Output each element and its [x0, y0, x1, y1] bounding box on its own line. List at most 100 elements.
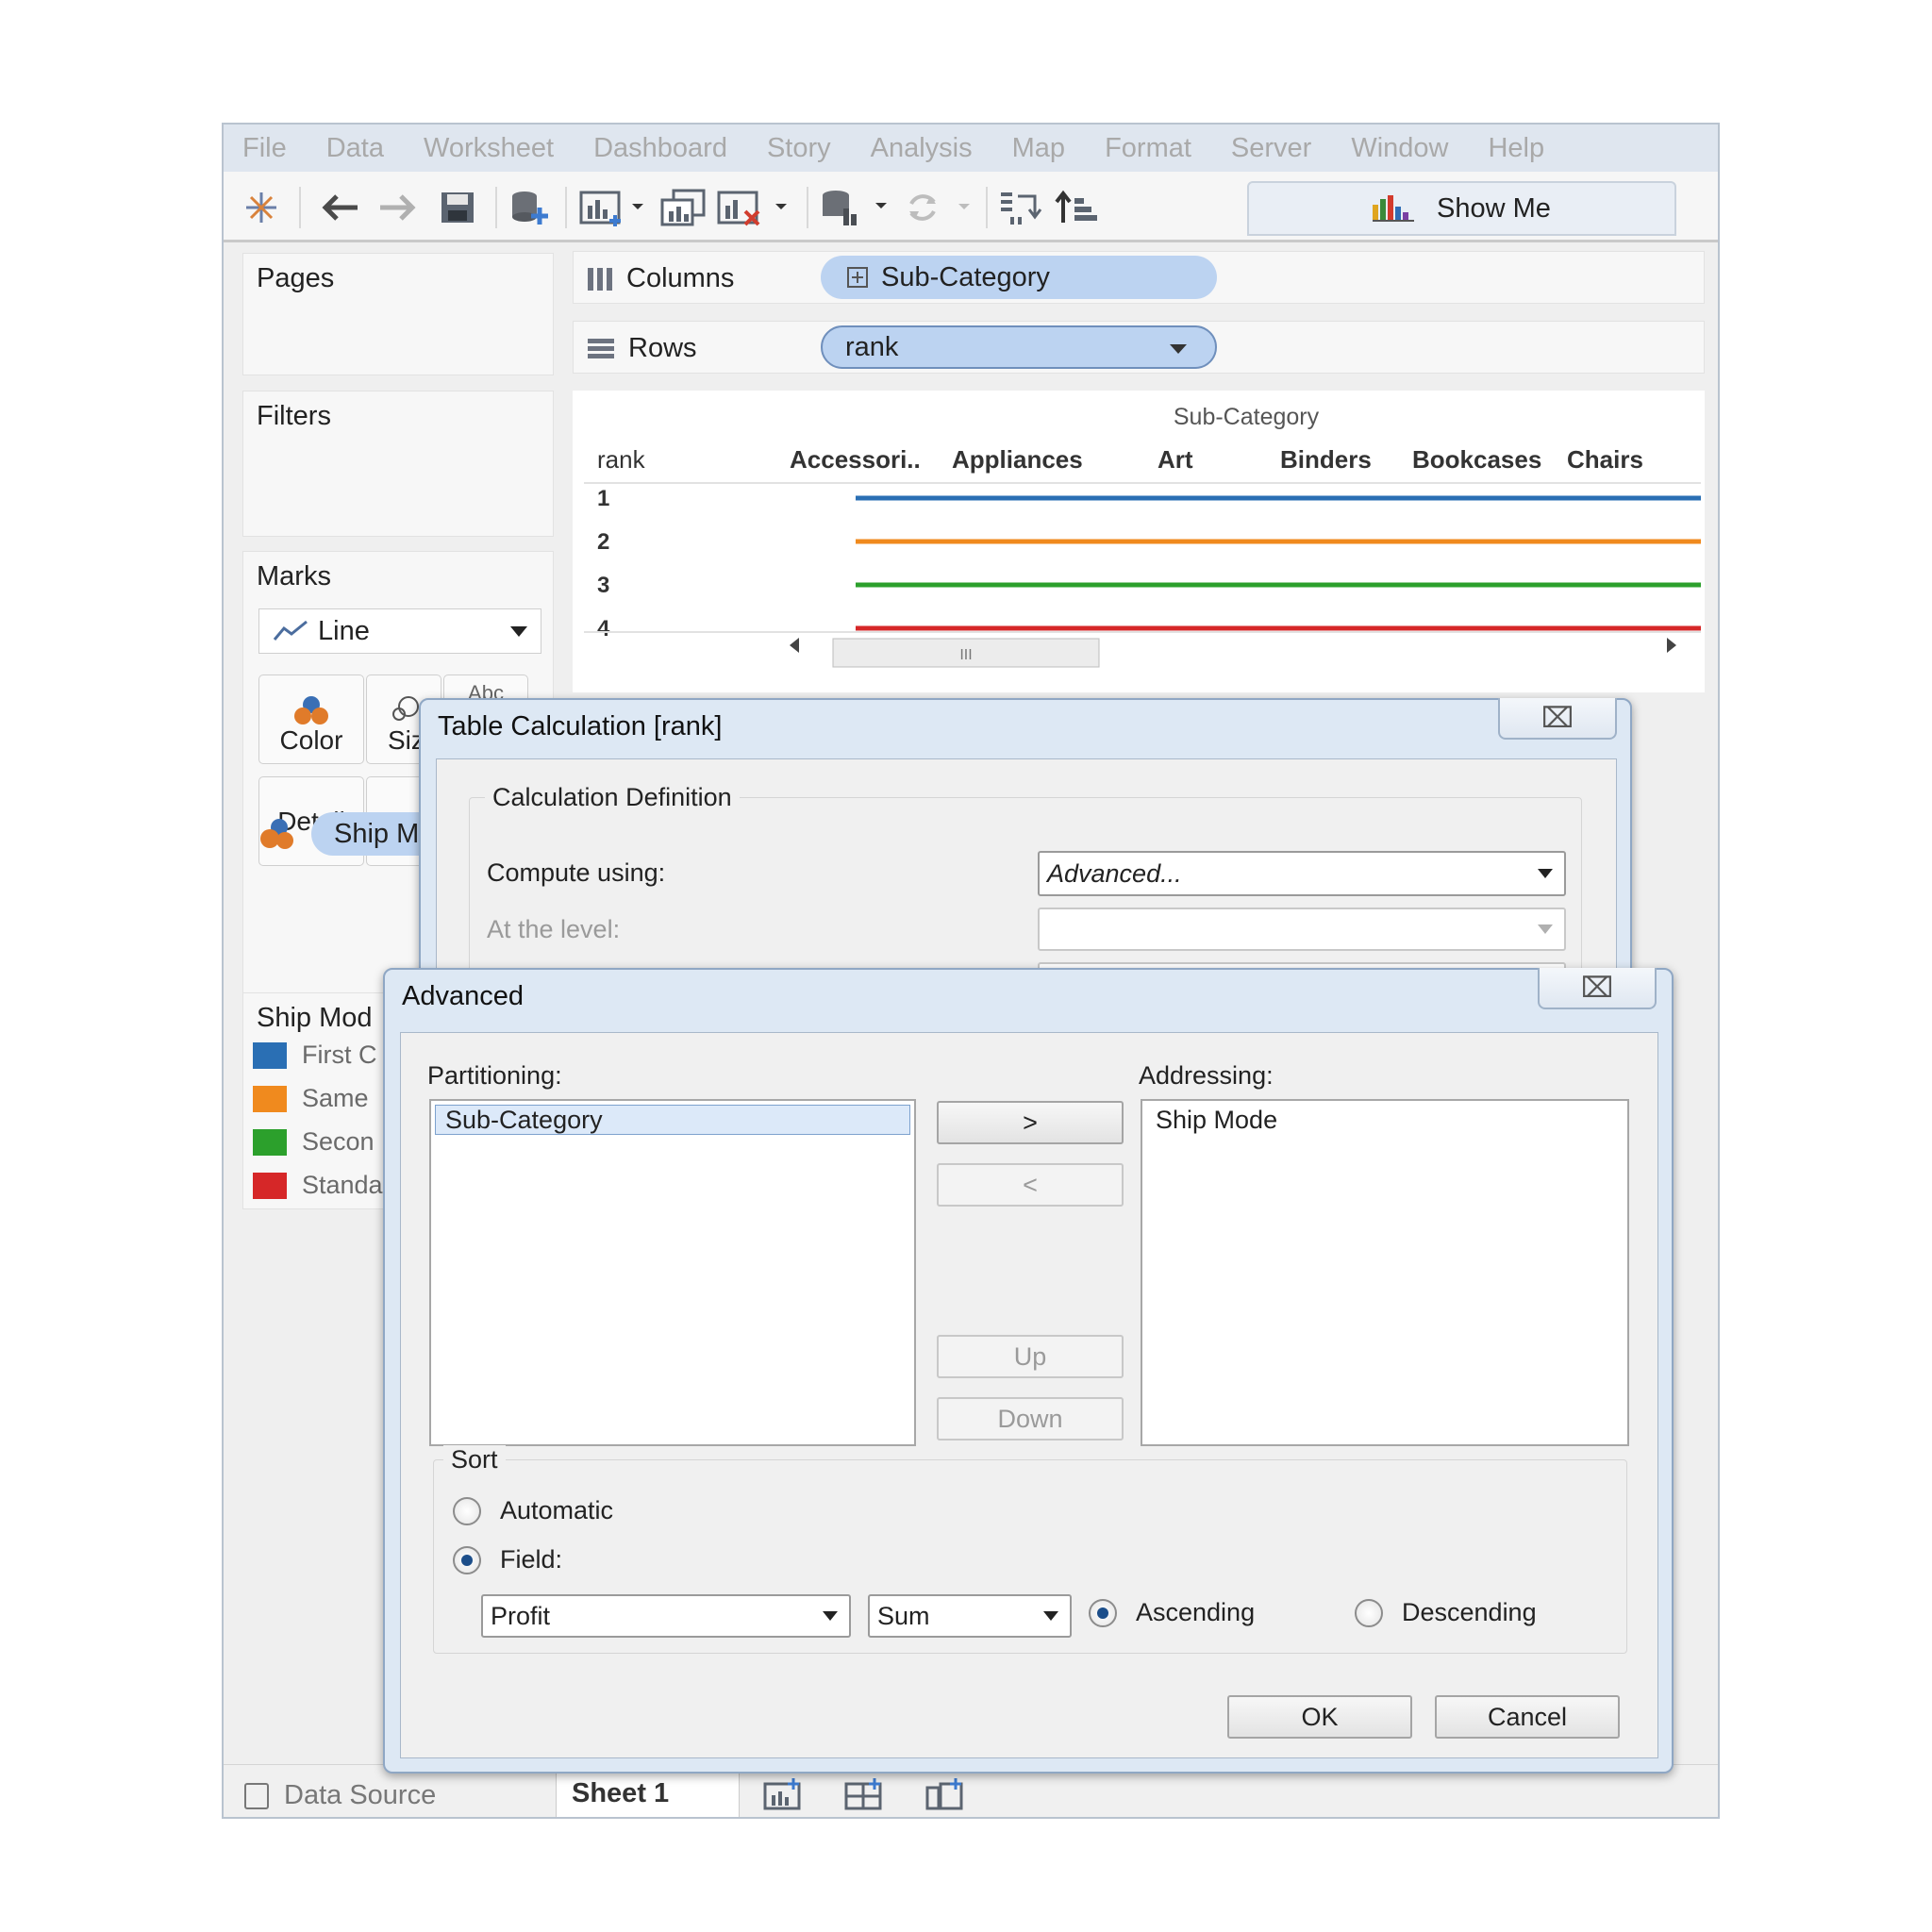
rank-pill[interactable]: rank: [821, 325, 1217, 369]
sub-category-pill[interactable]: Sub-Category: [821, 256, 1217, 299]
sort-descending-option[interactable]: Descending: [1355, 1598, 1537, 1627]
show-me-button[interactable]: Show Me: [1247, 181, 1676, 236]
ascending-radio[interactable]: [1089, 1598, 1117, 1627]
partitioning-list[interactable]: Sub-Category: [429, 1099, 916, 1446]
sort-aggregation-value: Sum: [877, 1601, 930, 1630]
new-worksheet-icon[interactable]: [578, 188, 648, 227]
move-up-button[interactable]: Up: [937, 1335, 1124, 1378]
partitioning-label: Partitioning:: [427, 1061, 562, 1090]
redo-icon[interactable]: [375, 188, 420, 227]
menu-format[interactable]: Format: [1105, 133, 1191, 164]
rows-shelf[interactable]: Rows rank: [573, 321, 1705, 374]
expand-icon: [847, 267, 868, 288]
column-header: Accessori..: [790, 445, 921, 474]
move-down-button[interactable]: Down: [937, 1397, 1124, 1441]
field-label: Field:: [500, 1545, 563, 1574]
clear-sheet-icon[interactable]: [716, 188, 791, 227]
line-mark-icon: [273, 620, 308, 641]
legend-item[interactable]: Secon: [253, 1127, 375, 1157]
ship-mode-pill-label: Ship M: [334, 818, 420, 849]
columns-shelf[interactable]: Columns Sub-Category: [573, 251, 1705, 304]
menu-data[interactable]: Data: [326, 133, 384, 164]
new-worksheet-tab-icon[interactable]: [763, 1778, 805, 1817]
legend-item[interactable]: Standa: [253, 1171, 383, 1200]
menu-map[interactable]: Map: [1012, 133, 1065, 164]
addressing-label: Addressing:: [1139, 1061, 1274, 1090]
duplicate-sheet-icon[interactable]: [659, 188, 707, 227]
column-header: Appliances: [952, 445, 1083, 474]
column-header: Bookcases: [1412, 445, 1541, 474]
data-source-icon: [244, 1782, 269, 1809]
column-header: Art: [1158, 445, 1193, 474]
menu-story[interactable]: Story: [767, 133, 831, 164]
swap-rows-columns-icon[interactable]: [995, 188, 1044, 227]
scroll-left-icon[interactable]: [790, 638, 799, 653]
sort-field-dropdown[interactable]: Profit: [481, 1594, 851, 1638]
field-radio[interactable]: [453, 1545, 481, 1574]
column-group-header: Sub-Category: [1174, 404, 1320, 430]
menu-file[interactable]: File: [242, 133, 287, 164]
advanced-title: Advanced: [402, 981, 524, 1011]
move-to-partitioning-button[interactable]: <: [937, 1163, 1124, 1207]
new-dashboard-tab-icon[interactable]: [844, 1778, 886, 1817]
legend-swatch: [253, 1085, 287, 1112]
close-icon: ⌧: [1541, 702, 1574, 734]
at-the-level-dropdown[interactable]: [1038, 908, 1566, 951]
sort-field-option[interactable]: Field:: [453, 1545, 562, 1574]
legend-item-label: Secon: [302, 1127, 375, 1156]
compute-using-value: Advanced...: [1047, 858, 1182, 888]
menu-window[interactable]: Window: [1351, 133, 1448, 164]
color-label: Color: [279, 725, 343, 755]
column-header: Chairs: [1567, 445, 1643, 474]
scroll-right-icon[interactable]: [1667, 638, 1676, 653]
advanced-body: Partitioning: Sub-Category > < Up Down A…: [400, 1032, 1658, 1758]
chevron-down-icon: [1538, 924, 1553, 934]
legend-item[interactable]: Same: [253, 1084, 369, 1113]
cancel-button[interactable]: Cancel: [1435, 1695, 1620, 1739]
addressing-list[interactable]: Ship Mode: [1141, 1099, 1629, 1446]
menu-dashboard[interactable]: Dashboard: [593, 133, 727, 164]
mark-type-dropdown[interactable]: Line: [258, 608, 541, 654]
addressing-item-label: Ship Mode: [1156, 1105, 1278, 1134]
save-icon[interactable]: [437, 188, 478, 227]
show-me-icon: [1373, 195, 1415, 222]
sort-ascending-option[interactable]: Ascending: [1089, 1598, 1255, 1627]
sort-aggregation-dropdown[interactable]: Sum: [868, 1594, 1072, 1638]
tableau-logo-icon[interactable]: [241, 188, 282, 227]
chevron-down-icon: [510, 626, 527, 637]
undo-icon[interactable]: [318, 188, 363, 227]
sort-automatic-option[interactable]: Automatic: [453, 1496, 613, 1525]
sort-label: Sort: [443, 1445, 506, 1474]
menu-analysis[interactable]: Analysis: [871, 133, 973, 164]
menu-help[interactable]: Help: [1488, 133, 1544, 164]
refresh-icon[interactable]: [903, 188, 978, 227]
advanced-close-button[interactable]: ⌧: [1538, 968, 1657, 1009]
addressing-item-ship-mode[interactable]: Ship Mode: [1146, 1105, 1622, 1135]
up-label: Up: [1013, 1341, 1047, 1371]
filters-panel[interactable]: Filters: [242, 391, 554, 537]
table-calculation-close-button[interactable]: ⌧: [1498, 698, 1617, 740]
color-mark-card[interactable]: Color: [258, 675, 364, 764]
move-to-addressing-button[interactable]: >: [937, 1101, 1124, 1144]
pages-panel[interactable]: Pages: [242, 253, 554, 375]
descending-radio[interactable]: [1355, 1598, 1383, 1627]
new-story-tab-icon[interactable]: [925, 1778, 967, 1817]
automatic-radio[interactable]: [453, 1496, 481, 1525]
chevron-down-icon: [1043, 1611, 1058, 1621]
tab-data-source[interactable]: Data Source: [244, 1780, 436, 1811]
legend-item[interactable]: First C: [253, 1041, 376, 1070]
data-source-menu-icon[interactable]: [818, 188, 895, 227]
new-data-source-icon[interactable]: [507, 188, 552, 227]
menu-server[interactable]: Server: [1231, 133, 1311, 164]
legend-swatch: [253, 1128, 287, 1156]
partitioning-item-sub-category[interactable]: Sub-Category: [435, 1105, 910, 1135]
filters-title: Filters: [257, 401, 331, 431]
compute-using-dropdown[interactable]: Advanced...: [1038, 851, 1566, 896]
sort-ascending-icon[interactable]: [1052, 188, 1101, 227]
worksheet-view[interactable]: Sub-Category rank Accessori.. Appliances…: [573, 391, 1705, 692]
ok-button[interactable]: OK: [1227, 1695, 1412, 1739]
view-canvas: Sub-Category rank Accessori.. Appliances…: [584, 404, 1701, 668]
toolbar-separator: [986, 187, 988, 228]
cancel-label: Cancel: [1487, 1702, 1568, 1731]
menu-worksheet[interactable]: Worksheet: [424, 133, 554, 164]
